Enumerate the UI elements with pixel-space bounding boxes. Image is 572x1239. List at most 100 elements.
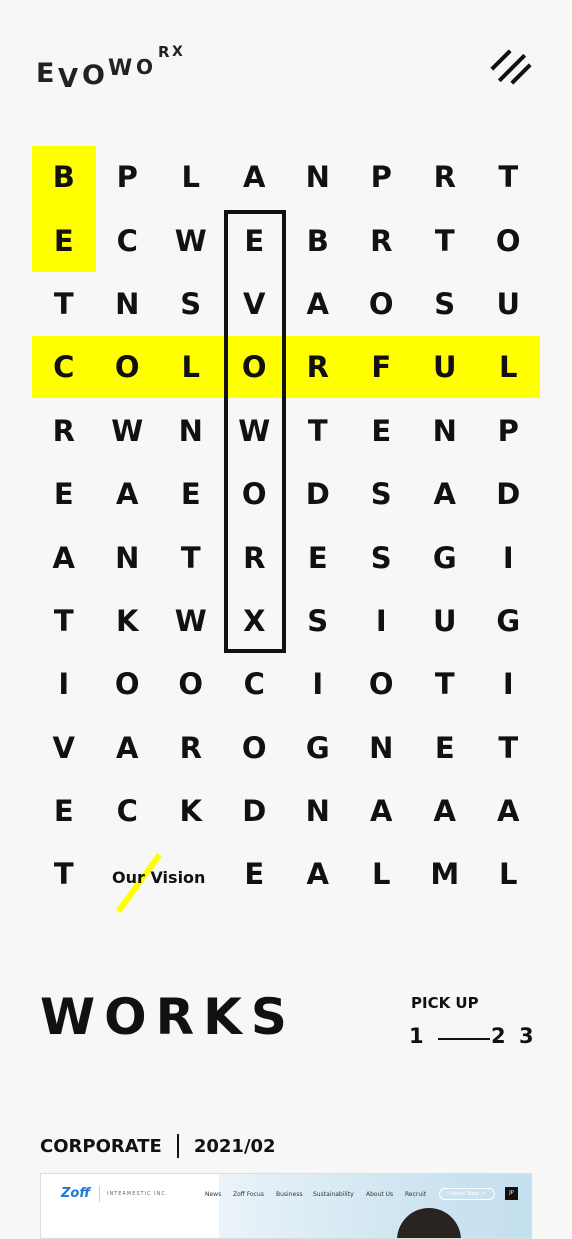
grid-row: ECKDNAAA <box>32 780 540 843</box>
grid-row: ANTRESGI <box>32 526 540 589</box>
grid-letter: E <box>307 540 328 575</box>
logo-letter: E <box>36 58 55 89</box>
grid-letter: V <box>52 730 75 765</box>
work-category: CORPORATE <box>40 1135 162 1157</box>
grid-letter: M <box>430 857 460 892</box>
grid-letter: A <box>306 286 329 321</box>
grid-letter: A <box>306 857 329 892</box>
grid-row: RWNWTENP <box>32 400 540 463</box>
grid-letter: G <box>432 540 457 575</box>
grid-letter: D <box>242 794 267 829</box>
grid-letter: T <box>53 286 74 321</box>
grid-letter: D <box>496 477 521 512</box>
grid-letter: G <box>305 730 330 765</box>
grid-row: TNSVAOSU <box>32 273 540 336</box>
grid-letter: O <box>178 667 204 702</box>
grid-letter: C <box>243 667 265 702</box>
preview-company: INTERMESTIC INC. <box>107 1191 169 1197</box>
grid-letter: C <box>116 794 138 829</box>
grid-letter: D <box>305 477 330 512</box>
grid-letter: K <box>116 603 139 638</box>
preview-nav-item: Zoff Focus <box>233 1191 264 1198</box>
grid-letter: L <box>499 350 518 385</box>
grid-letter: A <box>116 477 139 512</box>
pager-1[interactable]: 1 <box>409 1024 424 1048</box>
grid-letter: S <box>180 286 202 321</box>
grid-letter: E <box>244 857 265 892</box>
grid-letter: A <box>433 794 456 829</box>
grid-row: EAEODSAD <box>32 463 540 526</box>
grid-row: TEALML <box>32 843 540 906</box>
grid-letter: E <box>371 413 392 448</box>
grid-letter: C <box>53 350 75 385</box>
grid-letter: B <box>306 223 329 258</box>
grid-letter: T <box>180 540 201 575</box>
grid-letter: T <box>53 857 74 892</box>
grid-letter: O <box>241 730 267 765</box>
grid-letter: R <box>370 223 393 258</box>
grid-letter: I <box>502 540 514 575</box>
grid-letter: G <box>496 603 521 638</box>
grid-letter: N <box>115 540 140 575</box>
evoworx-logo[interactable]: E V O W O R X <box>36 43 216 96</box>
grid-letter: T <box>434 667 455 702</box>
grid-letter: U <box>496 286 521 321</box>
preview-nav-item: Sustainability <box>313 1191 354 1198</box>
grid-letter: E <box>53 794 74 829</box>
grid-letter: T <box>53 603 74 638</box>
grid-letter: S <box>370 540 392 575</box>
preview-divider <box>99 1186 100 1202</box>
grid-letter: S <box>307 603 329 638</box>
logo-letter: R <box>158 43 170 61</box>
work-preview-card[interactable]: Zoff INTERMESTIC INC. News Zoff Focus Bu… <box>40 1173 532 1239</box>
grid-letter: E <box>53 477 74 512</box>
grid-letter: T <box>434 223 455 258</box>
our-vision-link[interactable]: Our Vision <box>110 852 210 914</box>
grid-letter: B <box>52 160 75 195</box>
preview-nav-item: Recruit <box>405 1191 427 1198</box>
grid-letter: A <box>433 477 456 512</box>
grid-letter: R <box>52 413 75 448</box>
grid-row: BPLANPRT <box>32 146 540 209</box>
preview-nav-item: Business <box>276 1191 303 1198</box>
grid-letter: U <box>432 350 457 385</box>
grid-letter: E <box>180 477 201 512</box>
grid-letter: A <box>52 540 75 575</box>
pager-progress-line <box>438 1038 490 1040</box>
grid-letter: N <box>369 730 394 765</box>
grid-letter: A <box>497 794 520 829</box>
grid-letter: T <box>498 730 519 765</box>
grid-letter: O <box>495 223 521 258</box>
grid-letter: N <box>115 286 140 321</box>
pickup-label: PICK UP <box>411 994 479 1012</box>
preview-nav-item: About Us <box>366 1191 394 1198</box>
grid-letter: T <box>498 160 519 195</box>
grid-letter: L <box>372 857 391 892</box>
works-title: WORKS <box>40 988 296 1046</box>
grid-letter: N <box>305 794 330 829</box>
pickup-pager: 1 2 3 <box>409 1024 539 1054</box>
grid-letter: K <box>179 794 202 829</box>
grid-letter: I <box>375 603 387 638</box>
grid-letter: P <box>497 413 519 448</box>
grid-letter: W <box>111 413 144 448</box>
preview-nav-item: News <box>205 1191 222 1198</box>
grid-letter: F <box>371 350 392 385</box>
grid-letter: A <box>243 160 266 195</box>
grid-row: ECWEBRTO <box>32 209 540 272</box>
grid-letter: O <box>368 286 394 321</box>
grid-letter: R <box>306 350 329 385</box>
grid-letter: U <box>432 603 457 638</box>
preview-lang-toggle: JP <box>505 1187 518 1200</box>
grid-letter: S <box>370 477 392 512</box>
grid-letter: E <box>434 730 455 765</box>
grid-letter: A <box>370 794 393 829</box>
pager-2[interactable]: 2 <box>491 1024 506 1048</box>
grid-letter: I <box>502 667 514 702</box>
grid-letter: W <box>174 603 207 638</box>
grid-letter: T <box>307 413 328 448</box>
menu-icon[interactable] <box>486 44 534 92</box>
pager-3[interactable]: 3 <box>519 1024 534 1048</box>
meta-divider <box>176 1134 179 1158</box>
grid-row: TKWXSIUG <box>32 590 540 653</box>
